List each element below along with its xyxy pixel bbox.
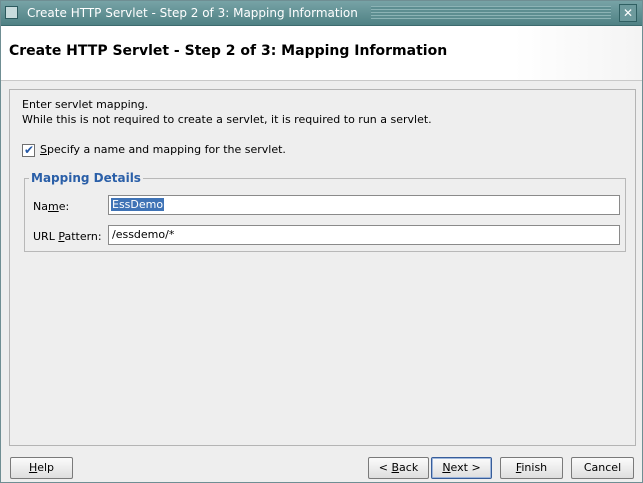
intro-text-2: While this is not required to create a s… (22, 113, 432, 126)
specify-mapping-checkbox[interactable]: ✔ (22, 143, 35, 157)
url-pattern-label: URL Pattern: (33, 230, 102, 243)
check-icon: ✔ (24, 143, 35, 157)
next-button[interactable]: Next > (431, 457, 492, 479)
window-menu-icon[interactable] (5, 6, 18, 19)
wizard-content: Enter servlet mapping. While this is not… (9, 89, 636, 446)
url-pattern-input[interactable]: /essdemo/* (108, 225, 620, 245)
dialog-window: Create HTTP Servlet - Step 2 of 3: Mappi… (0, 0, 643, 483)
window-title: Create HTTP Servlet - Step 2 of 3: Mappi… (27, 6, 358, 20)
name-input[interactable]: EssDemo (108, 195, 620, 215)
help-button[interactable]: Help (10, 457, 73, 479)
title-bar-stripes (371, 6, 611, 19)
page-title: Create HTTP Servlet - Step 2 of 3: Mappi… (9, 43, 448, 59)
close-icon[interactable]: ✕ (619, 4, 637, 22)
url-pattern-value: /essdemo/* (112, 228, 175, 241)
specify-mapping-label[interactable]: Specify a name and mapping for the servl… (40, 143, 286, 156)
cancel-button[interactable]: Cancel (571, 457, 634, 479)
mapping-details-legend: Mapping Details (29, 171, 143, 185)
wizard-header: Create HTTP Servlet - Step 2 of 3: Mappi… (1, 26, 642, 81)
name-input-value: EssDemo (111, 198, 165, 211)
back-button[interactable]: < Back (368, 457, 429, 479)
finish-button[interactable]: Finish (500, 457, 563, 479)
mapping-details-group: Mapping Details Name: EssDemo URL Patter… (24, 171, 626, 252)
intro-text-1: Enter servlet mapping. (22, 98, 149, 111)
name-label: Name: (33, 200, 70, 213)
title-bar[interactable]: Create HTTP Servlet - Step 2 of 3: Mappi… (1, 1, 642, 26)
